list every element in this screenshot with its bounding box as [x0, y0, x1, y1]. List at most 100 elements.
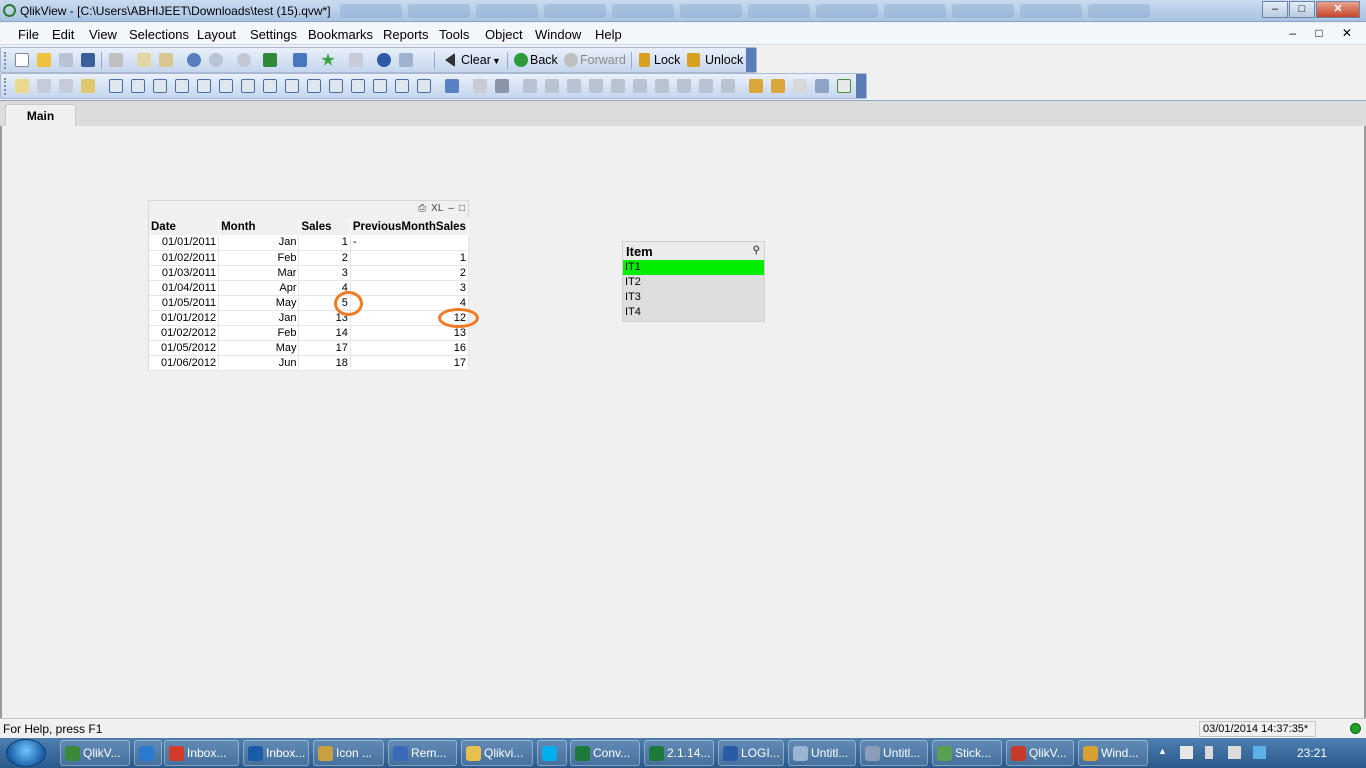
taskbar-notepad-button[interactable]: Untitl... [788, 740, 856, 766]
date-cell[interactable]: 01/02/2011 [149, 250, 220, 266]
listbox-item[interactable]: IT1 [623, 260, 764, 275]
tab-main[interactable]: Main [5, 104, 76, 127]
forward-button[interactable]: Forward [580, 53, 626, 67]
volume-icon[interactable] [1228, 746, 1241, 759]
date-cell[interactable]: 01/03/2011 [149, 265, 220, 281]
text-object-icon[interactable] [285, 79, 299, 93]
adjust-left-icon[interactable] [699, 79, 713, 93]
previous-month-sales-cell[interactable]: 3 [350, 280, 470, 296]
taskbar-icon-button[interactable]: Icon ... [313, 740, 384, 766]
table-row[interactable]: 01/02/2012 Feb 14 13 [149, 325, 470, 341]
column-header-sales[interactable]: Sales [298, 218, 351, 235]
date-cell[interactable]: 01/05/2011 [149, 295, 220, 311]
taskbar-outlook-inbox-button[interactable]: Inbox... [243, 740, 309, 766]
edit-module-icon[interactable] [793, 79, 807, 93]
back-button[interactable]: Back [530, 53, 558, 67]
date-cell[interactable]: 01/01/2011 [149, 235, 220, 251]
chart-wizard-icon[interactable] [445, 79, 459, 93]
print-icon[interactable]: ⎙ [418, 203, 426, 214]
previous-month-sales-cell[interactable]: 1 [350, 250, 470, 266]
previous-month-sales-cell[interactable]: 2 [350, 265, 470, 281]
open-folder-icon[interactable] [37, 53, 51, 67]
table-row[interactable]: 01/01/2012 Jan 13 12 [149, 310, 470, 326]
align-right-icon[interactable] [567, 79, 581, 93]
show-hidden-icons-icon[interactable]: ▲ [1158, 746, 1171, 759]
battery-icon[interactable] [1205, 746, 1213, 759]
taskbar-excel-conv-button[interactable]: Conv... [570, 740, 640, 766]
search-icon[interactable]: ⚲ [753, 245, 760, 256]
sheet-properties-icon[interactable] [771, 79, 785, 93]
month-cell[interactable]: Jan [218, 235, 300, 251]
align-middle-icon[interactable] [611, 79, 625, 93]
month-cell[interactable]: Feb [218, 250, 300, 266]
reload-icon[interactable] [59, 53, 73, 67]
taskbar-excel-2114-button[interactable]: 2.1.14... [644, 740, 714, 766]
close-button[interactable]: ✕ [1316, 1, 1360, 18]
month-cell[interactable]: May [218, 295, 300, 311]
undo-icon[interactable] [187, 53, 201, 67]
taskbar-qlikview-folder-button[interactable]: Qlikvi... [461, 740, 533, 766]
month-cell[interactable]: Apr [218, 280, 300, 296]
clear-button[interactable]: Clear [461, 53, 491, 67]
menu-file[interactable]: File [18, 27, 39, 42]
taskbar-word-logi-button[interactable]: LOGI... [718, 740, 784, 766]
slider-object-icon[interactable] [329, 79, 343, 93]
taskbar-sticky-notes-button[interactable]: Stick... [932, 740, 1002, 766]
sales-cell[interactable]: 1 [298, 235, 351, 251]
action-center-flag-icon[interactable] [1180, 746, 1193, 759]
grid-icon[interactable] [495, 79, 509, 93]
item-listbox[interactable]: Item ⚲ IT1 IT2 IT3 IT4 [622, 241, 765, 322]
document-window-controls[interactable]: – □ ✕ [1289, 26, 1360, 40]
sales-table-box[interactable]: ⎙ XL – □ Date Month Sales PreviousMonthS… [148, 200, 470, 371]
taskbar-qlikview-button[interactable]: QlikV... [60, 740, 130, 766]
bookmark-object-icon[interactable] [351, 79, 365, 93]
promote-sheet-icon[interactable] [37, 79, 51, 93]
multi-box-icon[interactable] [153, 79, 167, 93]
toolbar-overflow-button[interactable] [746, 48, 756, 72]
expression-overview-icon[interactable] [837, 79, 851, 93]
table-row[interactable]: 01/01/2011 Jan 1- [149, 235, 470, 251]
date-cell[interactable]: 01/04/2011 [149, 280, 220, 296]
help-icon[interactable] [377, 53, 391, 67]
print-icon[interactable] [109, 53, 123, 67]
menu-tools[interactable]: Tools [439, 27, 469, 42]
date-cell[interactable]: 01/05/2012 [149, 340, 220, 356]
space-vertical-icon[interactable] [677, 79, 691, 93]
menu-bookmarks[interactable]: Bookmarks [308, 27, 373, 42]
column-header-date[interactable]: Date [149, 218, 220, 235]
minimize-button[interactable]: – [1262, 1, 1288, 18]
table-row[interactable]: 01/03/2011 Mar 3 2 [149, 265, 470, 281]
month-cell[interactable]: Mar [218, 265, 300, 281]
lock-button[interactable]: Lock [654, 53, 680, 67]
taskbar-ie-button[interactable] [134, 740, 162, 766]
align-bottom-icon[interactable] [589, 79, 603, 93]
month-cell[interactable]: Jan [218, 310, 300, 326]
table-row[interactable]: 01/06/2012 Jun 18 17 [149, 355, 470, 371]
start-button[interactable] [6, 739, 46, 767]
menu-help[interactable]: Help [595, 27, 622, 42]
table-box-icon[interactable] [175, 79, 189, 93]
month-cell[interactable]: Jun [218, 355, 300, 371]
month-cell[interactable]: Feb [218, 325, 300, 341]
sales-cell[interactable]: 2 [298, 250, 351, 266]
date-cell[interactable]: 01/01/2012 [149, 310, 220, 326]
redo-icon[interactable] [209, 53, 223, 67]
menu-layout[interactable]: Layout [197, 27, 236, 42]
listbox-item[interactable]: IT4 [623, 305, 764, 320]
statistics-box-icon[interactable] [131, 79, 145, 93]
taskbar-paint-button[interactable]: Untitl... [860, 740, 928, 766]
toolbar-overflow-button[interactable] [856, 74, 866, 98]
edit-script-icon[interactable] [137, 53, 151, 67]
bookmark-star-icon[interactable] [321, 53, 335, 66]
sheet-properties-icon[interactable] [81, 79, 95, 93]
unlock-button[interactable]: Unlock [705, 53, 743, 67]
add-sheet-icon[interactable] [15, 79, 29, 93]
minimize-object-icon[interactable]: – [448, 203, 454, 214]
menu-selections[interactable]: Selections [129, 27, 189, 42]
taskbar-qlikview-pdf-button[interactable]: QlikV... [1006, 740, 1074, 766]
reload-data-icon[interactable] [159, 53, 173, 67]
taskbar-skype-button[interactable] [537, 740, 567, 766]
taskbar-chrome-inbox-button[interactable]: Inbox... [164, 740, 239, 766]
adjust-top-icon[interactable] [721, 79, 735, 93]
menu-object[interactable]: Object [485, 27, 523, 42]
